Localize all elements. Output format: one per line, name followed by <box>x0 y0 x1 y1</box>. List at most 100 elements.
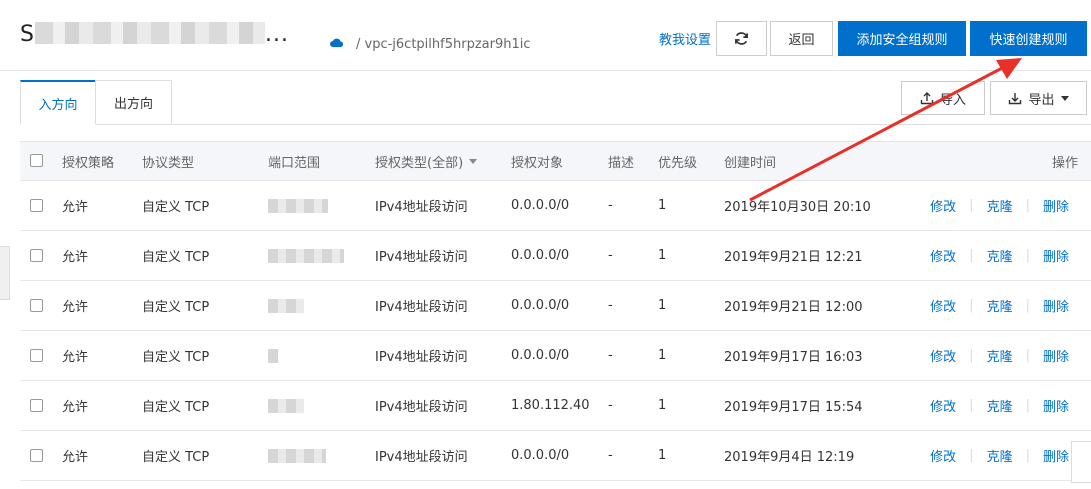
row-actions: 修改 | 克隆 | 删除 <box>930 181 1069 230</box>
clone-link[interactable]: 克隆 <box>987 196 1013 215</box>
cell-desc: - <box>608 448 613 463</box>
clone-link[interactable]: 克隆 <box>987 446 1013 465</box>
row-checkbox[interactable] <box>30 298 43 312</box>
cell-desc: - <box>608 348 613 363</box>
clone-link[interactable]: 克隆 <box>987 296 1013 315</box>
action-divider: | <box>1025 398 1030 413</box>
cell-object: 0.0.0.0/0 <box>511 298 570 313</box>
action-divider: | <box>1025 448 1030 463</box>
quick-create-rule-button[interactable]: 快速创建规则 <box>970 21 1087 56</box>
cell-protocol: 自定义 TCP <box>142 400 210 415</box>
edit-link[interactable]: 修改 <box>930 396 956 415</box>
cell-policy: 允许 <box>62 350 89 365</box>
add-rule-button[interactable]: 添加安全组规则 <box>838 21 966 56</box>
delete-link[interactable]: 删除 <box>1043 196 1069 215</box>
cell-object: 1.80.112.40 <box>511 398 590 413</box>
redacted-port <box>268 348 278 363</box>
action-divider: | <box>1025 248 1030 263</box>
row-actions: 修改 | 克隆 | 删除 <box>930 331 1069 380</box>
cell-auth-type: IPv4地址段访问 <box>375 300 468 315</box>
edit-link[interactable]: 修改 <box>930 446 956 465</box>
delete-link[interactable]: 删除 <box>1043 396 1069 415</box>
col-port: 端口范围 <box>268 155 321 171</box>
cell-auth-type: IPv4地址段访问 <box>375 250 468 265</box>
select-all-checkbox[interactable] <box>30 154 43 167</box>
tab-inbound[interactable]: 入方向 <box>20 80 96 125</box>
side-collapse-handle[interactable] <box>0 246 10 300</box>
vpc-id: / vpc-j6ctpilhf5hrpzar9h1ic <box>356 37 531 52</box>
cell-desc: - <box>608 248 613 263</box>
table-row: 允许 自定义 TCP IPv4地址段访问 0.0.0.0/0 - 1 2019年… <box>20 331 1091 381</box>
col-auth-type-filter[interactable]: 授权类型(全部) <box>375 142 478 180</box>
row-actions: 修改 | 克隆 | 删除 <box>930 431 1069 480</box>
cell-desc: - <box>608 198 613 213</box>
cell-policy: 允许 <box>62 400 89 415</box>
import-button[interactable]: 导入 <box>901 81 985 115</box>
edit-link[interactable]: 修改 <box>930 346 956 365</box>
table-row: 允许 自定义 TCP IPv4地址段访问 0.0.0.0/0 - 1 2019年… <box>20 181 1091 231</box>
clone-link[interactable]: 克隆 <box>987 346 1013 365</box>
cell-protocol: 自定义 TCP <box>142 350 210 365</box>
export-button[interactable]: 导出 <box>990 81 1087 115</box>
clone-link[interactable]: 克隆 <box>987 246 1013 265</box>
cell-auth-type: IPv4地址段访问 <box>375 350 468 365</box>
cell-auth-type: IPv4地址段访问 <box>375 200 468 215</box>
title-visible-char: S <box>20 22 35 47</box>
row-checkbox[interactable] <box>30 398 43 412</box>
row-checkbox[interactable] <box>30 348 43 362</box>
redacted-port <box>268 298 304 313</box>
edit-link[interactable]: 修改 <box>930 196 956 215</box>
cell-priority: 1 <box>658 198 667 213</box>
cell-protocol: 自定义 TCP <box>142 450 210 465</box>
cell-protocol: 自定义 TCP <box>142 300 210 315</box>
cloud-icon <box>330 38 344 47</box>
cell-policy: 允许 <box>62 200 89 215</box>
col-priority: 优先级 <box>658 155 698 171</box>
title-ellipsis: ... <box>264 22 289 47</box>
cell-protocol: 自定义 TCP <box>142 200 210 215</box>
cell-object: 0.0.0.0/0 <box>511 198 570 213</box>
cell-created: 2019年9月21日 12:21 <box>724 250 863 265</box>
page-header: S... / vpc-j6ctpilhf5hrpzar9h1ic 教我设置 返回… <box>0 0 1091 71</box>
cell-priority: 1 <box>658 348 667 363</box>
import-label: 导入 <box>939 92 966 108</box>
action-divider: | <box>969 448 974 463</box>
clone-link[interactable]: 克隆 <box>987 396 1013 415</box>
action-divider: | <box>969 348 974 363</box>
cell-port-redacted <box>268 281 304 330</box>
rules-table: 授权策略 协议类型 端口范围 授权类型(全部) 授权对象 描述 优先级 创建时间… <box>20 141 1091 481</box>
refresh-button[interactable] <box>716 21 767 56</box>
cell-desc: - <box>608 398 613 413</box>
cell-created: 2019年9月4日 12:19 <box>724 450 855 465</box>
back-button[interactable]: 返回 <box>770 21 833 56</box>
download-icon <box>1009 93 1022 105</box>
table-row: 允许 自定义 TCP IPv4地址段访问 0.0.0.0/0 - 1 2019年… <box>20 281 1091 331</box>
delete-link[interactable]: 删除 <box>1043 246 1069 265</box>
cell-port-redacted <box>268 181 328 230</box>
delete-link[interactable]: 删除 <box>1043 296 1069 315</box>
cell-desc: - <box>608 298 613 313</box>
cell-created: 2019年9月21日 12:00 <box>724 300 863 315</box>
cell-priority: 1 <box>658 398 667 413</box>
delete-link[interactable]: 删除 <box>1043 346 1069 365</box>
row-checkbox[interactable] <box>30 448 43 462</box>
tab-outbound[interactable]: 出方向 <box>95 80 172 124</box>
cell-protocol: 自定义 TCP <box>142 250 210 265</box>
action-divider: | <box>969 248 974 263</box>
row-checkbox[interactable] <box>30 248 43 262</box>
cell-created: 2019年9月17日 16:03 <box>724 350 863 365</box>
help-setup-link[interactable]: 教我设置 <box>659 29 711 48</box>
chat-widget[interactable] <box>1071 441 1091 483</box>
col-protocol: 协议类型 <box>142 155 195 171</box>
cell-priority: 1 <box>658 298 667 313</box>
redacted-port <box>268 398 304 413</box>
delete-link[interactable]: 删除 <box>1043 446 1069 465</box>
cell-object: 0.0.0.0/0 <box>511 248 570 263</box>
row-checkbox[interactable] <box>30 198 43 212</box>
action-divider: | <box>969 298 974 313</box>
row-actions: 修改 | 克隆 | 删除 <box>930 231 1069 280</box>
edit-link[interactable]: 修改 <box>930 296 956 315</box>
export-label: 导出 <box>1028 92 1055 108</box>
edit-link[interactable]: 修改 <box>930 246 956 265</box>
cell-created: 2019年10月30日 20:10 <box>724 200 871 215</box>
